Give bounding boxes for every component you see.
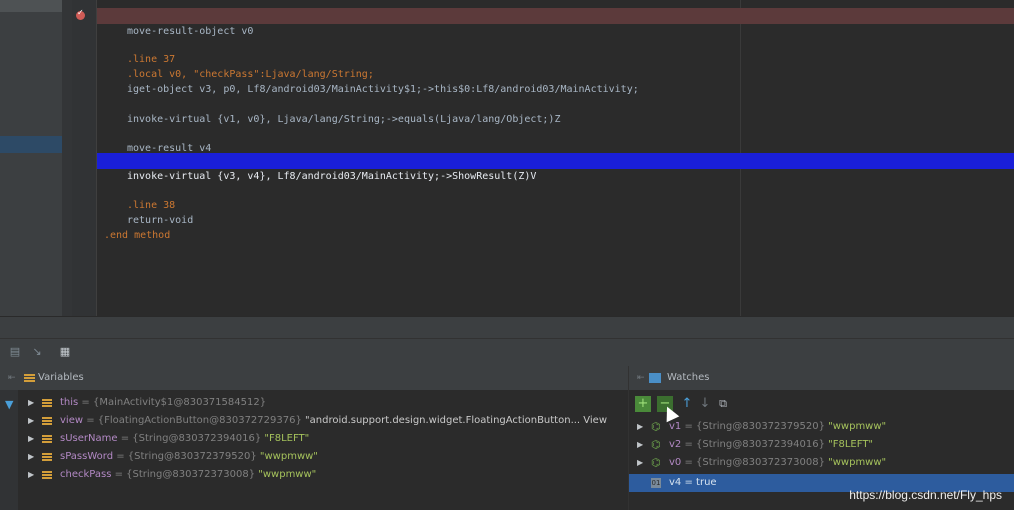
code-line[interactable]: move-result v4 — [0, 125, 1014, 154]
watch-type: {String@830372394016} — [696, 439, 825, 450]
watch-glasses-icon: ⌬ — [651, 438, 661, 451]
watch-name: v2 — [669, 439, 682, 450]
watch-glasses-icon: ⌬ — [651, 420, 661, 433]
variable-value: "wwpmww" — [259, 451, 318, 462]
variable-row[interactable]: ▶ sPassWord = {String@830372379520} "wwp… — [0, 448, 628, 466]
variable-type: {String@830372379520} — [127, 451, 257, 462]
variables-panel: ⇤ Variables ▼ ▶ this = {MainActivity$1@8… — [0, 366, 628, 510]
expand-arrow-icon[interactable]: ▶ — [28, 394, 34, 412]
variables-icon — [24, 374, 35, 383]
code-line-execution-point[interactable]: invoke-virtual {v3, v4}, Lf8/android03/M… — [97, 153, 1014, 182]
watches-title: Watches — [667, 372, 710, 383]
expand-arrow-icon[interactable]: ▶ — [28, 448, 34, 466]
watch-glasses-icon: ⌬ — [651, 456, 661, 469]
expand-arrow-icon[interactable]: ▶ — [637, 418, 643, 436]
variable-name: this — [60, 397, 79, 408]
primitive-value-icon: 01 — [651, 478, 661, 488]
expand-arrow-icon[interactable]: ▶ — [28, 412, 34, 430]
code-line[interactable]: .end method — [0, 212, 1014, 241]
editor-status-strip — [0, 316, 1014, 339]
breakpoint-check-icon: ✓ — [77, 8, 84, 17]
variables-header: ⇤ Variables — [0, 366, 628, 390]
watches-header: ⇤ Watches — [629, 366, 1014, 390]
variable-row[interactable]: ▶ sUserName = {String@830372394016} "F8L… — [0, 430, 628, 448]
variable-name: sPassWord — [60, 451, 114, 462]
watch-value: "wwpmww" — [828, 457, 887, 468]
code-editor[interactable]: ✓ move-result-object v0 .line 37 .local … — [0, 0, 1014, 316]
code-line[interactable]: return-void — [0, 197, 1014, 226]
code-line[interactable]: .line 37 — [0, 36, 1014, 65]
watch-name: v0 — [669, 457, 682, 468]
move-up-icon[interactable]: ↑ — [679, 396, 695, 412]
watch-value: true — [696, 477, 717, 488]
field-icon — [42, 453, 52, 461]
expand-arrow-icon[interactable]: ▶ — [637, 454, 643, 472]
code-line-breakpoint[interactable]: move-result-object v0 — [97, 8, 1014, 37]
project-panel-highlight — [0, 0, 62, 12]
expand-arrow-icon[interactable]: ▶ — [28, 466, 34, 484]
watch-value: "wwpmww" — [828, 421, 887, 432]
watch-name: v4 — [669, 477, 682, 488]
watch-row[interactable]: ▶ ⌬ v1 = {String@830372379520} "wwpmww" — [629, 418, 1014, 436]
variable-name: checkPass — [60, 469, 112, 480]
variable-row[interactable]: ▶ view = {FloatingActionButton@830372729… — [0, 412, 628, 430]
variable-type: {MainActivity$1@830371584512} — [93, 397, 267, 408]
watches-icon — [649, 373, 661, 383]
watermark: https://blog.csdn.net/Fly_hps — [849, 488, 1002, 502]
add-watch-button[interactable]: + — [635, 396, 651, 412]
variable-value: "F8LEFT" — [264, 433, 310, 444]
variable-row[interactable]: ▶ checkPass = {String@830372373008} "wwp… — [0, 466, 628, 484]
code-line[interactable]: .line 38 — [0, 182, 1014, 211]
variable-type: {String@830372373008} — [126, 469, 256, 480]
debug-toolbar: ▤ ↘ ▦ — [0, 338, 1014, 367]
variable-value: "wwpmww" — [258, 469, 317, 480]
variable-type: {String@830372394016} — [132, 433, 262, 444]
watch-value: "F8LEFT" — [828, 439, 874, 450]
code-line[interactable]: .local v0, "checkPass":Ljava/lang/String… — [0, 51, 1014, 80]
variable-type: {FloatingActionButton@830372729376} — [97, 415, 302, 426]
collapse-arrow-icon[interactable]: ⇤ — [8, 366, 16, 390]
run-to-cursor-icon[interactable]: ↘ — [30, 345, 44, 359]
evaluate-expression-icon[interactable]: ▦ — [58, 345, 72, 359]
collapse-arrow-icon[interactable]: ⇤ — [637, 366, 645, 390]
watch-name: v1 — [669, 421, 682, 432]
step-frames-icon[interactable]: ▤ — [8, 345, 22, 359]
field-icon — [42, 471, 52, 479]
variable-value: "android.support.design.widget.FloatingA… — [305, 415, 608, 426]
code-text: .end method — [104, 230, 171, 241]
field-icon — [42, 435, 52, 443]
watch-row[interactable]: ▶ ⌬ v0 = {String@830372373008} "wwpmww" — [629, 454, 1014, 472]
watch-row[interactable]: ▶ ⌬ v2 = {String@830372394016} "F8LEFT" — [629, 436, 1014, 454]
variable-row[interactable]: ▶ this = {MainActivity$1@830371584512} — [0, 394, 628, 412]
field-icon — [42, 399, 52, 407]
copy-icon[interactable]: ⧉ — [715, 396, 731, 412]
code-line[interactable]: invoke-virtual {v1, v0}, Ljava/lang/Stri… — [0, 96, 1014, 125]
variable-name: sUserName — [60, 433, 118, 444]
move-down-icon[interactable]: ↓ — [697, 396, 713, 412]
expand-arrow-icon[interactable]: ▶ — [28, 430, 34, 448]
code-line[interactable]: iget-object v3, p0, Lf8/android03/MainAc… — [0, 66, 1014, 95]
expand-arrow-icon[interactable]: ▶ — [637, 436, 643, 454]
watch-type: {String@830372379520} — [696, 421, 825, 432]
field-icon — [42, 417, 52, 425]
variables-title: Variables — [38, 372, 84, 383]
variable-name: view — [60, 415, 84, 426]
watch-type: {String@830372373008} — [696, 457, 825, 468]
